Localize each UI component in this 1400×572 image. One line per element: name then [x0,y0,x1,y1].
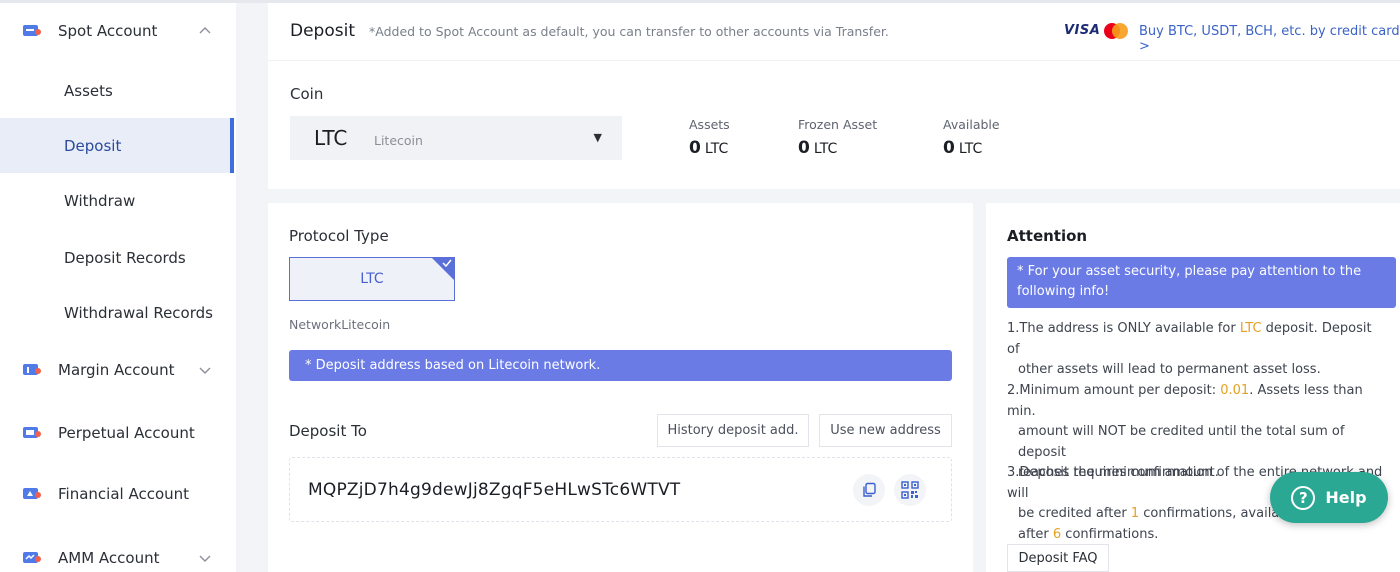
deposit-address[interactable]: MQPZjD7h4g9dewJj8ZgqF5eHLwSTc6WTVT [308,480,680,500]
chevron-down-icon [199,367,211,374]
sidebar-group-perpetual-account[interactable]: Perpetual Account [0,413,236,453]
stat-value: 0 [943,138,955,158]
mastercard-logo-icon [1104,23,1128,39]
sidebar-item-withdraw[interactable]: Withdraw [0,173,234,228]
qr-code-button[interactable] [894,474,926,506]
address-note-text: * Deposit address based on Litecoin netw… [305,358,601,373]
sidebar-item-deposit-records[interactable]: Deposit Records [0,230,234,285]
stat-frozen-asset: Frozen Asset 0 LTC [798,117,877,158]
help-label: Help [1325,488,1367,507]
attention-text: amount will NOT be credited until the to… [1018,424,1345,460]
attention-text: 1.The address is ONLY available for [1007,321,1240,336]
buy-with-card-link[interactable]: Buy BTC, USDT, BCH, etc. by credit card … [1139,24,1400,54]
sidebar-group-label: Margin Account [58,361,175,379]
dropdown-arrow-icon: ▼ [593,131,602,144]
deposit-to-label: Deposit To [289,422,367,440]
attention-note-text: * For your asset security, please pay at… [1017,264,1362,299]
sidebar-item-label: Withdraw [64,191,136,210]
sidebar-group-label: AMM Account [58,549,160,567]
attention-text: 2.Minimum amount per deposit: [1007,383,1221,398]
address-note-banner: * Deposit address based on Litecoin netw… [289,350,952,381]
attention-item-1: 1.The address is ONLY available for LTC … [1007,319,1387,381]
sidebar-item-assets[interactable]: Assets [0,63,234,118]
attention-highlight: 1 [1130,506,1140,521]
copy-address-button[interactable] [853,474,885,506]
coin-label: Coin [290,85,324,103]
stat-unit: LTC [958,141,983,157]
sidebar-item-label: Deposit [64,136,122,155]
financial-account-icon [23,488,41,499]
attention-text: confirmations, availab [1139,506,1288,521]
margin-account-icon [23,364,41,375]
sidebar: Spot Account Assets Deposit Withdraw Dep… [0,3,236,572]
attention-text: confirmations. [1061,526,1159,542]
stat-value: 0 [689,138,701,158]
deposit-panel: Protocol Type LTC NetworkLitecoin * Depo… [268,203,973,572]
sidebar-group-amm-account[interactable]: AMM Account [0,538,236,572]
coin-symbol: LTC [314,126,348,150]
attention-highlight: LTC [1239,321,1262,336]
protocol-type-label: Protocol Type [289,227,389,245]
sidebar-item-deposit[interactable]: Deposit [0,118,234,173]
network-text: NetworkLitecoin [289,317,391,332]
qr-code-icon [901,481,919,499]
check-icon [442,259,452,267]
sidebar-group-margin-account[interactable]: Margin Account [0,350,236,390]
sidebar-group-label: Spot Account [58,22,158,40]
stat-label: Available [943,117,1000,132]
sidebar-group-label: Perpetual Account [58,424,195,442]
attention-title: Attention [1007,227,1088,245]
sidebar-item-label: Withdrawal Records [64,303,213,322]
attention-note-banner: * For your asset security, please pay at… [1007,257,1396,308]
attention-highlight: 0.01 [1220,383,1250,398]
use-new-address-button[interactable]: Use new address [819,414,952,447]
history-deposit-address-button[interactable]: History deposit add. [657,414,809,447]
sidebar-item-withdrawal-records[interactable]: Withdrawal Records [0,285,234,340]
coin-name: Litecoin [374,133,423,148]
protocol-option-ltc[interactable]: LTC [289,257,455,301]
stat-label: Frozen Asset [798,117,878,132]
attention-text: be credited after [1018,506,1131,521]
page-header: Deposit *Added to Spot Account as defaul… [268,3,1400,61]
sidebar-group-label: Financial Account [58,485,190,503]
sidebar-item-label: Assets [64,81,113,100]
copy-icon [863,482,876,497]
protocol-option-label: LTC [360,271,384,287]
page-title: Deposit [290,21,355,41]
attention-highlight: 6 [1052,526,1062,542]
deposit-address-box: MQPZjD7h4g9dewJj8ZgqF5eHLwSTc6WTVT [289,457,952,522]
stat-value: 0 [798,138,810,158]
attention-text: after [1018,526,1053,542]
help-icon: ? [1291,485,1316,510]
deposit-faq-button[interactable]: Deposit FAQ [1007,544,1109,572]
stat-label: Assets [689,117,730,132]
visa-logo: VISA [1064,23,1101,38]
amm-account-icon [23,552,41,563]
coin-panel: Coin LTC Litecoin ▼ Assets 0 LTC Frozen A… [268,61,1400,189]
stat-assets: Assets 0 LTC [689,117,730,158]
sidebar-group-spot-account[interactable]: Spot Account [0,11,236,51]
sidebar-group-financial-account[interactable]: Financial Account [0,474,236,514]
help-button[interactable]: ? Help [1270,472,1388,523]
header-note: *Added to Spot Account as default, you c… [369,24,889,39]
attention-text: other assets will lead to permanent asse… [1018,362,1321,377]
coin-select-dropdown[interactable]: LTC Litecoin ▼ [290,116,622,160]
perpetual-account-icon [23,427,41,438]
stat-unit: LTC [813,141,838,157]
stat-unit: LTC [704,141,729,157]
sidebar-item-label: Deposit Records [64,248,186,267]
spot-account-icon [23,25,41,36]
stat-available: Available 0 LTC [943,117,1000,158]
chevron-up-icon [199,27,211,34]
chevron-down-icon [199,555,211,562]
